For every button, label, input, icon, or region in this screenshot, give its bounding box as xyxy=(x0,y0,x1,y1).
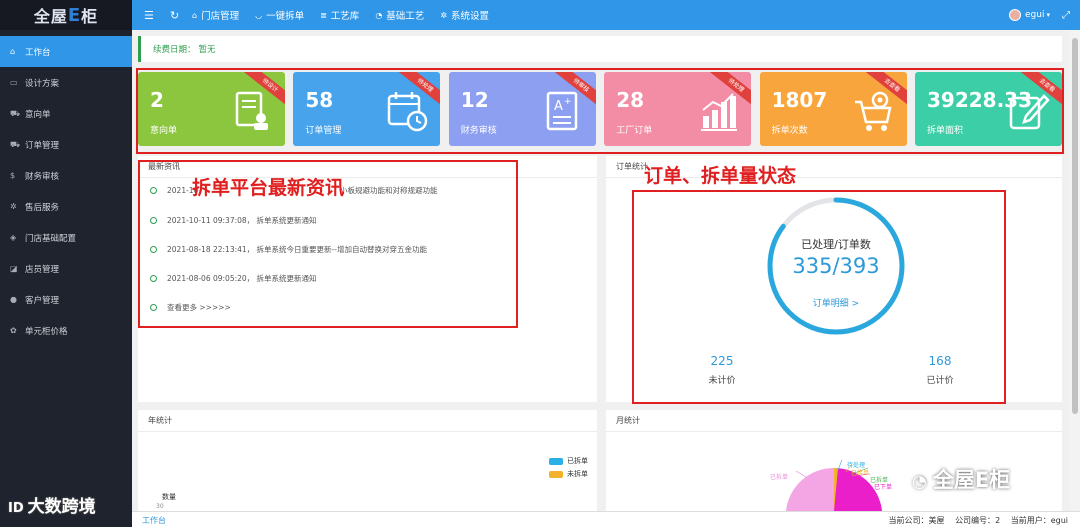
dollar-icon: $ xyxy=(10,171,16,180)
sidebar-item-label: 财务审核 xyxy=(25,171,60,182)
renewal-value: 暂无 xyxy=(198,45,216,55)
sidebar-item-3[interactable]: ⛟ 订单管理 xyxy=(0,129,132,160)
watermark-right: ◔ 全屋E柜 xyxy=(912,464,1010,494)
legend-label-1: 已拆单 xyxy=(567,457,588,465)
code-label: 公司编号： xyxy=(955,516,996,525)
code-value: 2 xyxy=(995,516,1001,525)
company-value: 美屋 xyxy=(928,516,945,525)
current-user-value: egui xyxy=(1050,516,1068,525)
sidebar-item-5[interactable]: ✲ 售后服务 xyxy=(0,191,132,222)
nav-item-label: 基础工艺 xyxy=(386,11,425,22)
month-pie xyxy=(786,459,882,511)
company-label: 当前公司： xyxy=(888,516,929,525)
nav-item-1[interactable]: ◡ 一键拆单 xyxy=(255,8,305,23)
avatar xyxy=(1009,9,1022,21)
orders-highlight-box xyxy=(632,190,1006,404)
sidebar-item-6[interactable]: ◈ 门店基础配置 xyxy=(0,222,132,253)
pie-label-5: 已拆单 xyxy=(770,474,789,481)
nav-item-label: 门店管理 xyxy=(201,11,240,22)
sidebar-item-4[interactable]: $ 财务审核 xyxy=(0,160,132,191)
nav-item-0[interactable]: ⌂ 门店管理 xyxy=(192,8,240,23)
status-footer: 工作台 当前公司：美屋 公司编号：2 当前用户：egui xyxy=(132,511,1080,527)
app-logo: 全屋 E 柜 xyxy=(0,0,132,30)
cube-icon: ◈ xyxy=(10,233,17,242)
gear-icon: ✲ xyxy=(10,202,17,211)
top-nav: ⌂ 门店管理 ◡ 一键拆单 ≣ 工艺库 ◔ 基础工艺 ✲ 系统设置 xyxy=(192,8,505,23)
renewal-label: 续费日期： xyxy=(153,45,196,55)
user-menu[interactable]: egui ▾ ⤢ xyxy=(1009,0,1070,30)
user-icon: ● xyxy=(10,295,17,304)
image-icon: ▭ xyxy=(10,78,18,87)
shield-icon: ◡ xyxy=(255,10,263,20)
nav-item-4[interactable]: ✲ 系统设置 xyxy=(440,8,490,23)
footer-tab[interactable]: 工作台 xyxy=(142,515,166,526)
year-legend-item-1: 已拆单 xyxy=(549,456,588,466)
sidebar-item-label: 工作台 xyxy=(25,47,51,58)
sidebar-item-label: 客户管理 xyxy=(25,295,60,306)
year-stats-title: 年统计 xyxy=(138,410,597,432)
refresh-icon[interactable]: ↻ xyxy=(170,9,184,22)
settings-icon: ✿ xyxy=(10,326,17,335)
watermark-left-logo-icon: ⅠⅮ xyxy=(8,501,24,516)
pie-label-4: 已下单 xyxy=(874,484,893,491)
year-stats-panel: 年统计 已拆单 未拆单 数量 30 xyxy=(138,410,597,511)
user-name: egui xyxy=(1025,10,1045,20)
home-icon: ⌂ xyxy=(10,47,16,56)
scrollbar-thumb[interactable] xyxy=(1072,38,1078,414)
menu-toggle-icon[interactable]: ☰ xyxy=(144,9,158,22)
pie-label-2: 已接单 xyxy=(851,470,870,477)
sidebar-item-9[interactable]: ✿ 单元柜价格 xyxy=(0,315,132,346)
watermark-left: ⅠⅮ 大数跨境 xyxy=(8,492,96,517)
fullscreen-icon[interactable]: ⤢ xyxy=(1062,10,1070,21)
watermark-left-text: 大数跨境 xyxy=(27,497,96,517)
staff-icon: ◪ xyxy=(10,264,18,273)
sidebar-item-label: 订单管理 xyxy=(25,140,60,151)
home-icon: ⌂ xyxy=(192,10,198,20)
sidebar-item-label: 单元柜价格 xyxy=(25,326,68,337)
year-y-tick: 30 xyxy=(156,503,164,510)
legend-label-2: 未拆单 xyxy=(567,470,588,478)
year-y-label: 数量 xyxy=(162,493,176,501)
sidebar-item-7[interactable]: ◪ 店员管理 xyxy=(0,253,132,284)
dashboard-content: 续费日期： 暂无 2 意向单 待设计 58 订单管理 待处理 12 财务审核 A + 待审核 28 工厂… xyxy=(136,36,1064,511)
caret-down-icon: ▾ xyxy=(1046,11,1050,19)
year-legend-item-2: 未拆单 xyxy=(549,469,588,479)
cart-icon: ⛟ xyxy=(10,139,21,149)
cards-highlight-box xyxy=(136,68,1064,154)
sidebar-item-label: 店员管理 xyxy=(25,264,60,275)
watermark-right-text: 全屋E柜 xyxy=(932,468,1011,492)
nav-item-label: 工艺库 xyxy=(330,11,360,22)
legend-swatch-2 xyxy=(549,470,563,478)
sidebar-item-label: 意向单 xyxy=(25,109,51,120)
sidebar-item-label: 设计方案 xyxy=(25,78,60,89)
pie-slice-1 xyxy=(786,467,834,511)
sidebar-item-label: 售后服务 xyxy=(25,202,60,213)
current-user-label: 当前用户： xyxy=(1010,516,1051,525)
sidebar-item-8[interactable]: ● 客户管理 xyxy=(0,284,132,315)
renewal-bar: 续费日期： 暂无 xyxy=(138,36,1062,62)
scrollbar[interactable] xyxy=(1070,30,1080,511)
nav-item-2[interactable]: ≣ 工艺库 xyxy=(320,8,360,23)
sidebar-item-0[interactable]: ⌂ 工作台 xyxy=(0,36,132,67)
nav-item-label: 系统设置 xyxy=(451,11,490,22)
wechat-icon: ◔ xyxy=(912,472,927,492)
top-navbar: ☰ ↻ ⌂ 门店管理 ◡ 一键拆单 ≣ 工艺库 ◔ 基础工艺 ✲ 系统设置 egui ▾ ⤢ xyxy=(132,0,1080,30)
palette-icon: ◔ xyxy=(375,10,383,20)
sidebar: 全屋 E 柜 ⌂ 工作台 ▭ 设计方案 ⛟ 意向单 ⛟ 订单管理 $ 财务审核 ✲ 售后服务 ◈ 门店基础配置… xyxy=(0,0,132,527)
gear-icon: ✲ xyxy=(440,10,448,20)
bars-icon: ≣ xyxy=(320,10,327,20)
news-annotation: 拆单平台最新资讯 xyxy=(192,177,345,199)
cart-icon: ⛟ xyxy=(10,108,21,118)
sidebar-item-2[interactable]: ⛟ 意向单 xyxy=(0,98,132,129)
legend-swatch-1 xyxy=(549,457,563,465)
orders-annotation: 订单、拆单量状态 xyxy=(644,165,797,187)
footer-info: 当前公司：美屋 公司编号：2 当前用户：egui xyxy=(889,515,1068,526)
month-stats-panel: 月统计 待处理 已接单 已拆单 已下单 已拆单 xyxy=(606,410,1062,511)
nav-item-3[interactable]: ◔ 基础工艺 xyxy=(375,8,425,23)
sidebar-item-label: 门店基础配置 xyxy=(25,233,77,244)
nav-item-label: 一键拆单 xyxy=(266,11,305,22)
sidebar-item-1[interactable]: ▭ 设计方案 xyxy=(0,67,132,98)
